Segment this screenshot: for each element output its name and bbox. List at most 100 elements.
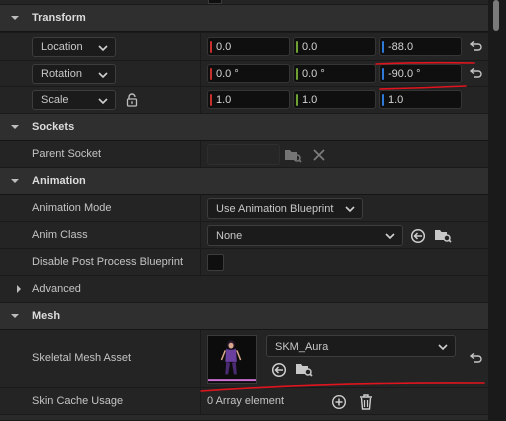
- chevron-down-icon: [98, 72, 108, 79]
- animation-mode-label: Animation Mode: [32, 202, 112, 214]
- anim-class-dropdown[interactable]: None: [207, 225, 403, 246]
- y-axis-indicator: [296, 41, 298, 53]
- parent-socket-label: Parent Socket: [32, 148, 102, 160]
- x-axis-indicator: [210, 68, 212, 80]
- clear-x-icon[interactable]: [313, 149, 325, 161]
- animation-mode-row: Animation Mode Use Animation Blueprint: [0, 195, 488, 222]
- trash-icon[interactable]: [359, 394, 373, 410]
- location-y-value: 0.0: [302, 41, 318, 53]
- chevron-right-icon: [17, 285, 21, 293]
- column-divider: [200, 141, 201, 167]
- x-axis-indicator: [210, 94, 212, 106]
- rotation-x-value: 0.0 °: [216, 68, 239, 80]
- y-axis-indicator: [296, 68, 298, 80]
- browse-folder-icon[interactable]: [295, 361, 313, 377]
- use-selected-arrow-icon[interactable]: [410, 228, 426, 244]
- scale-z-field[interactable]: 1.0: [379, 90, 462, 109]
- column-divider: [200, 388, 201, 414]
- category-title: Sockets: [32, 121, 75, 133]
- chevron-down-icon: [438, 344, 448, 351]
- chevron-down-icon: [98, 45, 108, 52]
- vertical-scrollbar[interactable]: [488, 0, 506, 421]
- column-divider: [200, 87, 201, 113]
- category-sockets[interactable]: Sockets: [0, 114, 488, 141]
- y-axis-indicator: [296, 94, 298, 106]
- reset-arrow-icon[interactable]: [469, 68, 483, 80]
- reset-arrow-icon[interactable]: [469, 41, 483, 53]
- z-axis-indicator: [382, 68, 384, 80]
- scale-y-value: 1.0: [302, 94, 318, 106]
- disable-pp-checkbox[interactable]: [207, 254, 224, 271]
- chevron-down-icon: [11, 314, 19, 318]
- anim-class-value: None: [216, 230, 243, 242]
- browse-folder-icon[interactable]: [434, 227, 452, 243]
- skin-cache-row: Skin Cache Usage 0 Array element: [0, 388, 488, 415]
- location-mode-label: Location: [41, 41, 83, 53]
- parent-socket-row: Parent Socket: [0, 141, 488, 168]
- parent-socket-field[interactable]: [207, 144, 280, 165]
- scrollbar-thumb[interactable]: [493, 0, 499, 31]
- rotation-y-field[interactable]: 0.0 °: [293, 64, 376, 83]
- rotation-y-value: 0.0 °: [302, 68, 325, 80]
- scale-z-value: 1.0: [388, 94, 404, 106]
- column-divider: [200, 330, 201, 387]
- skin-cache-label: Skin Cache Usage: [32, 395, 124, 407]
- rotation-x-field[interactable]: 0.0 °: [207, 64, 290, 83]
- skeletal-mesh-thumbnail[interactable]: [207, 335, 257, 384]
- column-divider: [200, 249, 201, 275]
- chevron-down-icon: [385, 233, 395, 240]
- category-title: Mesh: [32, 310, 61, 322]
- anim-class-row: Anim Class None: [0, 222, 488, 249]
- chevron-down-icon: [345, 206, 355, 213]
- bottom-partial-row: [0, 415, 488, 421]
- location-mode-dropdown[interactable]: Location: [32, 37, 116, 57]
- location-row: Location 0.0 0.0 -88.0: [0, 33, 488, 61]
- skin-cache-value: 0 Array element: [207, 395, 285, 407]
- category-transform[interactable]: Transform: [0, 5, 488, 32]
- skeletal-mesh-value: SKM_Aura: [275, 341, 329, 353]
- location-x-value: 0.0: [216, 41, 232, 53]
- category-title: Transform: [32, 12, 86, 24]
- z-axis-indicator: [382, 94, 384, 106]
- skeletal-mesh-row: Skeletal Mesh Asset SKM_Aura: [0, 330, 488, 388]
- advanced-row[interactable]: Advanced: [0, 276, 488, 303]
- rotation-z-value: -90.0 °: [388, 68, 421, 80]
- location-z-value: -88.0: [388, 41, 414, 53]
- rotation-z-field[interactable]: -90.0 °: [379, 64, 462, 83]
- x-axis-indicator: [210, 41, 212, 53]
- scale-x-field[interactable]: 1.0: [207, 90, 290, 109]
- z-axis-indicator: [382, 41, 384, 53]
- scale-x-value: 1.0: [216, 94, 232, 106]
- use-selected-arrow-icon[interactable]: [271, 362, 287, 378]
- category-animation[interactable]: Animation: [0, 168, 488, 195]
- skeletal-mesh-label: Skeletal Mesh Asset: [32, 352, 132, 364]
- reset-arrow-icon[interactable]: [469, 353, 483, 365]
- rotation-row: Rotation 0.0 ° 0.0 ° -90.0 °: [0, 61, 488, 87]
- advanced-label: Advanced: [32, 283, 81, 295]
- browse-folder-icon[interactable]: [284, 147, 302, 163]
- partial-checkbox[interactable]: [208, 0, 222, 4]
- skeletal-mesh-dropdown[interactable]: SKM_Aura: [266, 335, 456, 357]
- lock-icon[interactable]: [125, 93, 139, 107]
- chevron-down-icon: [11, 125, 19, 129]
- category-mesh[interactable]: Mesh: [0, 303, 488, 330]
- column-divider: [200, 33, 201, 60]
- animation-mode-value: Use Animation Blueprint: [216, 203, 334, 215]
- column-divider: [200, 61, 201, 86]
- location-y-field[interactable]: 0.0: [293, 37, 376, 56]
- character-thumbnail-image: [208, 340, 256, 382]
- location-z-field[interactable]: -88.0: [379, 37, 462, 56]
- rotation-mode-label: Rotation: [41, 68, 82, 80]
- chevron-down-icon: [11, 16, 19, 20]
- anim-class-label: Anim Class: [32, 229, 88, 241]
- animation-mode-dropdown[interactable]: Use Animation Blueprint: [207, 198, 363, 219]
- rotation-mode-dropdown[interactable]: Rotation: [32, 64, 116, 84]
- disable-pp-label: Disable Post Process Blueprint: [32, 256, 184, 268]
- location-x-field[interactable]: 0.0: [207, 37, 290, 56]
- add-plus-icon[interactable]: [331, 394, 347, 410]
- category-title: Animation: [32, 175, 86, 187]
- scale-mode-dropdown[interactable]: Scale: [32, 90, 116, 110]
- chevron-down-icon: [11, 179, 19, 183]
- scale-y-field[interactable]: 1.0: [293, 90, 376, 109]
- scale-row: Scale 1.0 1.0 1.0: [0, 87, 488, 114]
